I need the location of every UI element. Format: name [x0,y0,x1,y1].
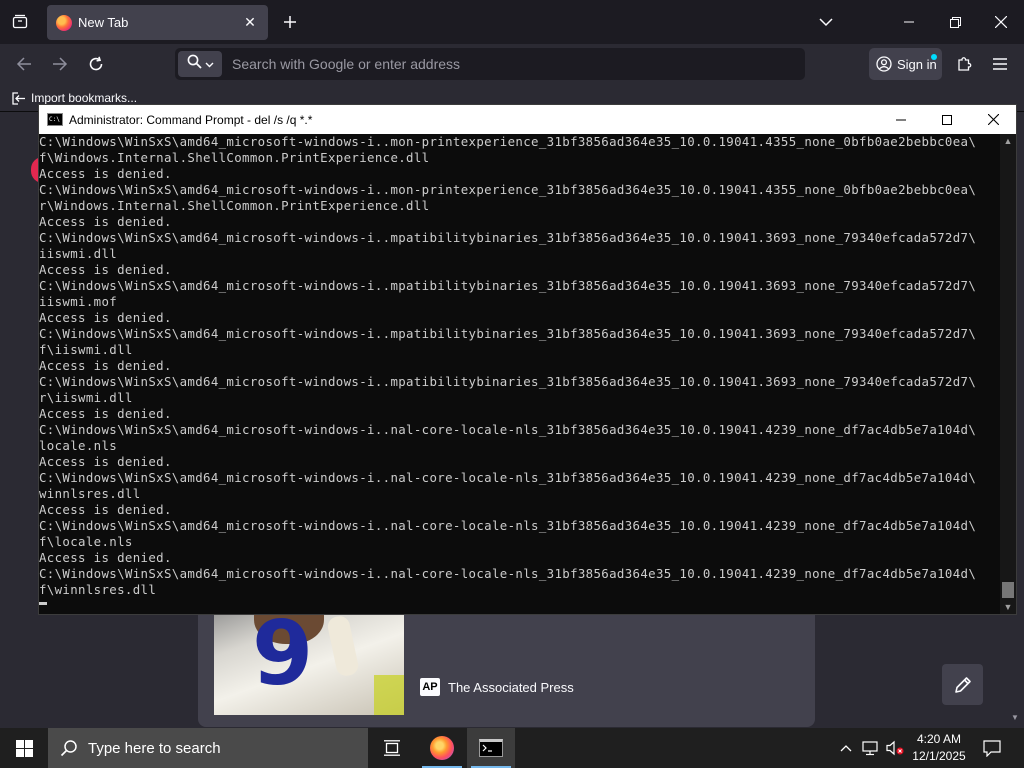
cmd-output-line: C:\Windows\WinSxS\amd64_microsoft-window… [39,470,977,485]
url-input[interactable]: Search with Google or enter address [232,56,460,72]
cmd-scrollbar[interactable]: ▲ ▼ [1000,134,1016,614]
taskbar-clock[interactable]: 4:20 AM 12/1/2025 [906,731,972,765]
cmd-output-line: Access is denied. [39,166,172,181]
customize-button[interactable] [942,664,983,705]
forward-icon[interactable] [48,52,72,76]
close-icon[interactable]: ✕ [241,13,259,31]
cmd-output-line: r\iiswmi.dll [39,390,133,405]
story-card[interactable]: 9 AP The Associated Press [198,602,815,727]
extensions-icon[interactable] [952,52,976,76]
cmd-output-line: C:\Windows\WinSxS\amd64_microsoft-window… [39,422,977,437]
firefox-icon [56,14,72,31]
story-image: 9 [214,602,404,715]
clock-time: 4:20 AM [916,732,962,746]
ap-logo-icon: AP [420,678,440,696]
tab-title: New Tab [78,15,129,30]
cmd-output-line: C:\Windows\WinSxS\amd64_microsoft-window… [39,374,977,389]
volume-muted-icon[interactable] [884,728,906,768]
cmd-output-line: C:\Windows\WinSxS\amd64_microsoft-window… [39,278,977,293]
story-source-label: The Associated Press [448,679,574,695]
cmd-titlebar[interactable]: C:\ Administrator: Command Prompt - del … [39,105,1016,134]
taskbar: Type here to search 4:20 AM 12/1/2025 [0,728,1024,768]
firefox-icon [430,736,454,760]
start-button[interactable] [0,728,48,768]
url-bar[interactable]: Search with Google or enter address [175,48,805,80]
close-window-icon[interactable] [978,6,1024,38]
tab-list-icon[interactable] [8,11,32,33]
reload-icon[interactable] [84,52,108,76]
restore-icon[interactable] [932,6,978,38]
cmd-output-line: C:\Windows\WinSxS\amd64_microsoft-window… [39,182,977,197]
cmd-output-line: r\Windows.Internal.ShellCommon.PrintExpe… [39,198,430,213]
plus-icon[interactable] [278,11,302,33]
cmd-icon [479,739,503,757]
cmd-output-line: iiswmi.mof [39,294,118,309]
account-icon [876,56,892,72]
windows-start-icon [15,739,33,757]
cmd-cursor [39,602,47,605]
cmd-close-icon[interactable] [970,105,1016,134]
import-bookmarks-button[interactable]: Import bookmarks... [12,91,137,105]
cmd-output-line: Access is denied. [39,310,172,325]
page-scroll-down-icon[interactable]: ▼ [1011,713,1019,722]
scroll-up-icon[interactable]: ▲ [1000,134,1016,148]
cmd-maximize-icon[interactable] [924,105,970,134]
task-view-button[interactable] [368,728,416,768]
cmd-output-line: winnlsres.dll [39,486,141,501]
cmd-output-line: locale.nls [39,438,118,453]
taskbar-firefox[interactable] [418,728,466,768]
task-view-icon [383,740,401,756]
taskbar-search-box[interactable]: Type here to search [48,728,368,768]
tab-new-tab[interactable]: New Tab ✕ [47,5,268,40]
cmd-output-line: C:\Windows\WinSxS\amd64_microsoft-window… [39,566,977,581]
cmd-window-title: Administrator: Command Prompt - del /s /… [69,112,313,127]
chevron-down-icon[interactable] [814,11,838,33]
back-icon[interactable] [12,52,36,76]
cmd-output-line: Access is denied. [39,502,172,517]
chevron-up-icon[interactable] [836,728,856,768]
cmd-output-line: f\winnlsres.dll [39,582,157,597]
cmd-output-line: C:\Windows\WinSxS\amd64_microsoft-window… [39,230,977,245]
cmd-minimize-icon[interactable] [878,105,924,134]
scroll-thumb[interactable] [1002,582,1014,598]
taskbar-search-placeholder: Type here to search [88,739,221,757]
sign-in-button[interactable]: Sign in [869,48,942,80]
scroll-down-icon[interactable]: ▼ [1000,600,1016,614]
search-engine-button[interactable] [178,51,222,77]
cmd-output-line: Access is denied. [39,214,172,229]
notification-icon[interactable] [978,728,1006,768]
story-source: AP The Associated Press [420,678,574,696]
cmd-output-line: Access is denied. [39,454,172,469]
clock-date: 12/1/2025 [912,749,966,763]
minimize-icon[interactable] [886,6,932,38]
cmd-output-line: f\Windows.Internal.ShellCommon.PrintExpe… [39,150,430,165]
tab-bar: New Tab ✕ [0,0,1024,44]
command-prompt-window[interactable]: C:\ Administrator: Command Prompt - del … [38,104,1017,615]
cmd-output-line: C:\Windows\WinSxS\amd64_microsoft-window… [39,518,977,533]
cmd-output-line: Access is denied. [39,358,172,373]
import-icon [12,91,26,105]
taskbar-command-prompt[interactable] [467,728,515,768]
search-icon [60,739,78,757]
player-arm [326,614,360,678]
notification-dot [931,54,937,60]
cmd-output-line: f\iiswmi.dll [39,342,133,357]
menu-icon[interactable] [988,52,1012,76]
jersey-number: 9 [252,602,314,705]
cmd-icon: C:\ [47,113,63,126]
import-bookmarks-label: Import bookmarks... [31,91,138,105]
chevron-down-icon [205,55,214,73]
cmd-output-line: Access is denied. [39,550,172,565]
cmd-output[interactable]: C:\Windows\WinSxS\amd64_microsoft-window… [39,134,999,614]
cmd-output-line: iiswmi.dll [39,246,118,261]
cmd-output-line: C:\Windows\WinSxS\amd64_microsoft-window… [39,134,977,149]
cmd-output-line: C:\Windows\WinSxS\amd64_microsoft-window… [39,326,977,341]
search-icon [187,54,202,74]
cmd-output-line: Access is denied. [39,262,172,277]
cmd-output-line: f\locale.nls [39,534,133,549]
pencil-icon [953,675,973,695]
background-accent [374,675,404,715]
cmd-output-line: Access is denied. [39,406,172,421]
network-icon[interactable] [860,728,882,768]
